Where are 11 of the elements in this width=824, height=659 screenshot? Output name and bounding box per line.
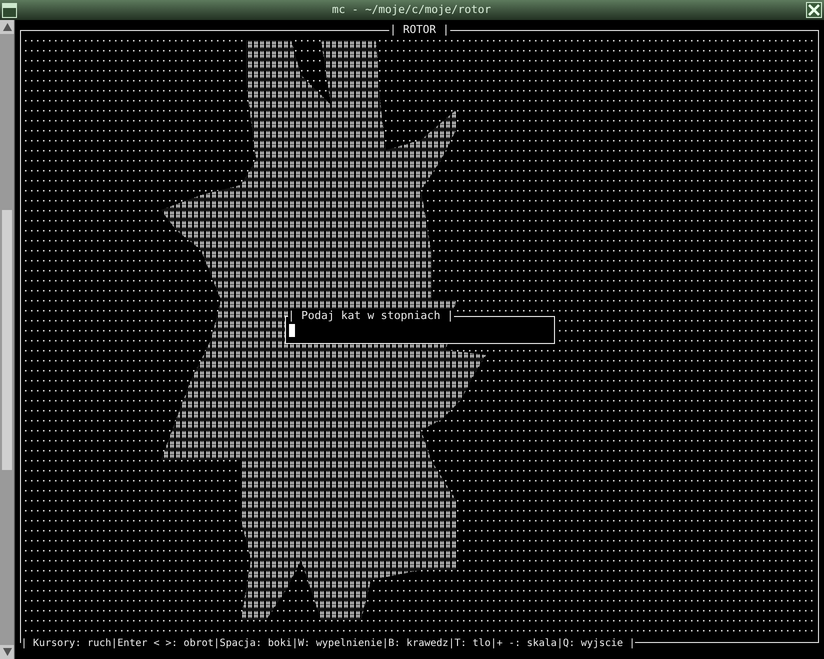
panel-title: | ROTOR | [388,23,450,37]
scrollbar[interactable] [0,20,15,659]
close-icon [808,4,820,16]
dialog-title: | Podaj kat w stopniach | [288,309,454,323]
scrollbar-thumb[interactable] [2,210,12,470]
window-title: mc - ~/moje/c/moje/rotor [332,2,491,18]
key-hints: | Kursory: ruch|Enter < >: obrot|Spacja: boki|W: wypelnienie|B: krawedz|T: tlo|+ -: skala|Q: wyjscie | [21,637,636,651]
scroll-up-icon[interactable] [2,23,12,31]
scroll-down-icon[interactable] [2,648,12,656]
window-menu-icon[interactable] [2,2,17,18]
close-button[interactable] [806,2,822,18]
